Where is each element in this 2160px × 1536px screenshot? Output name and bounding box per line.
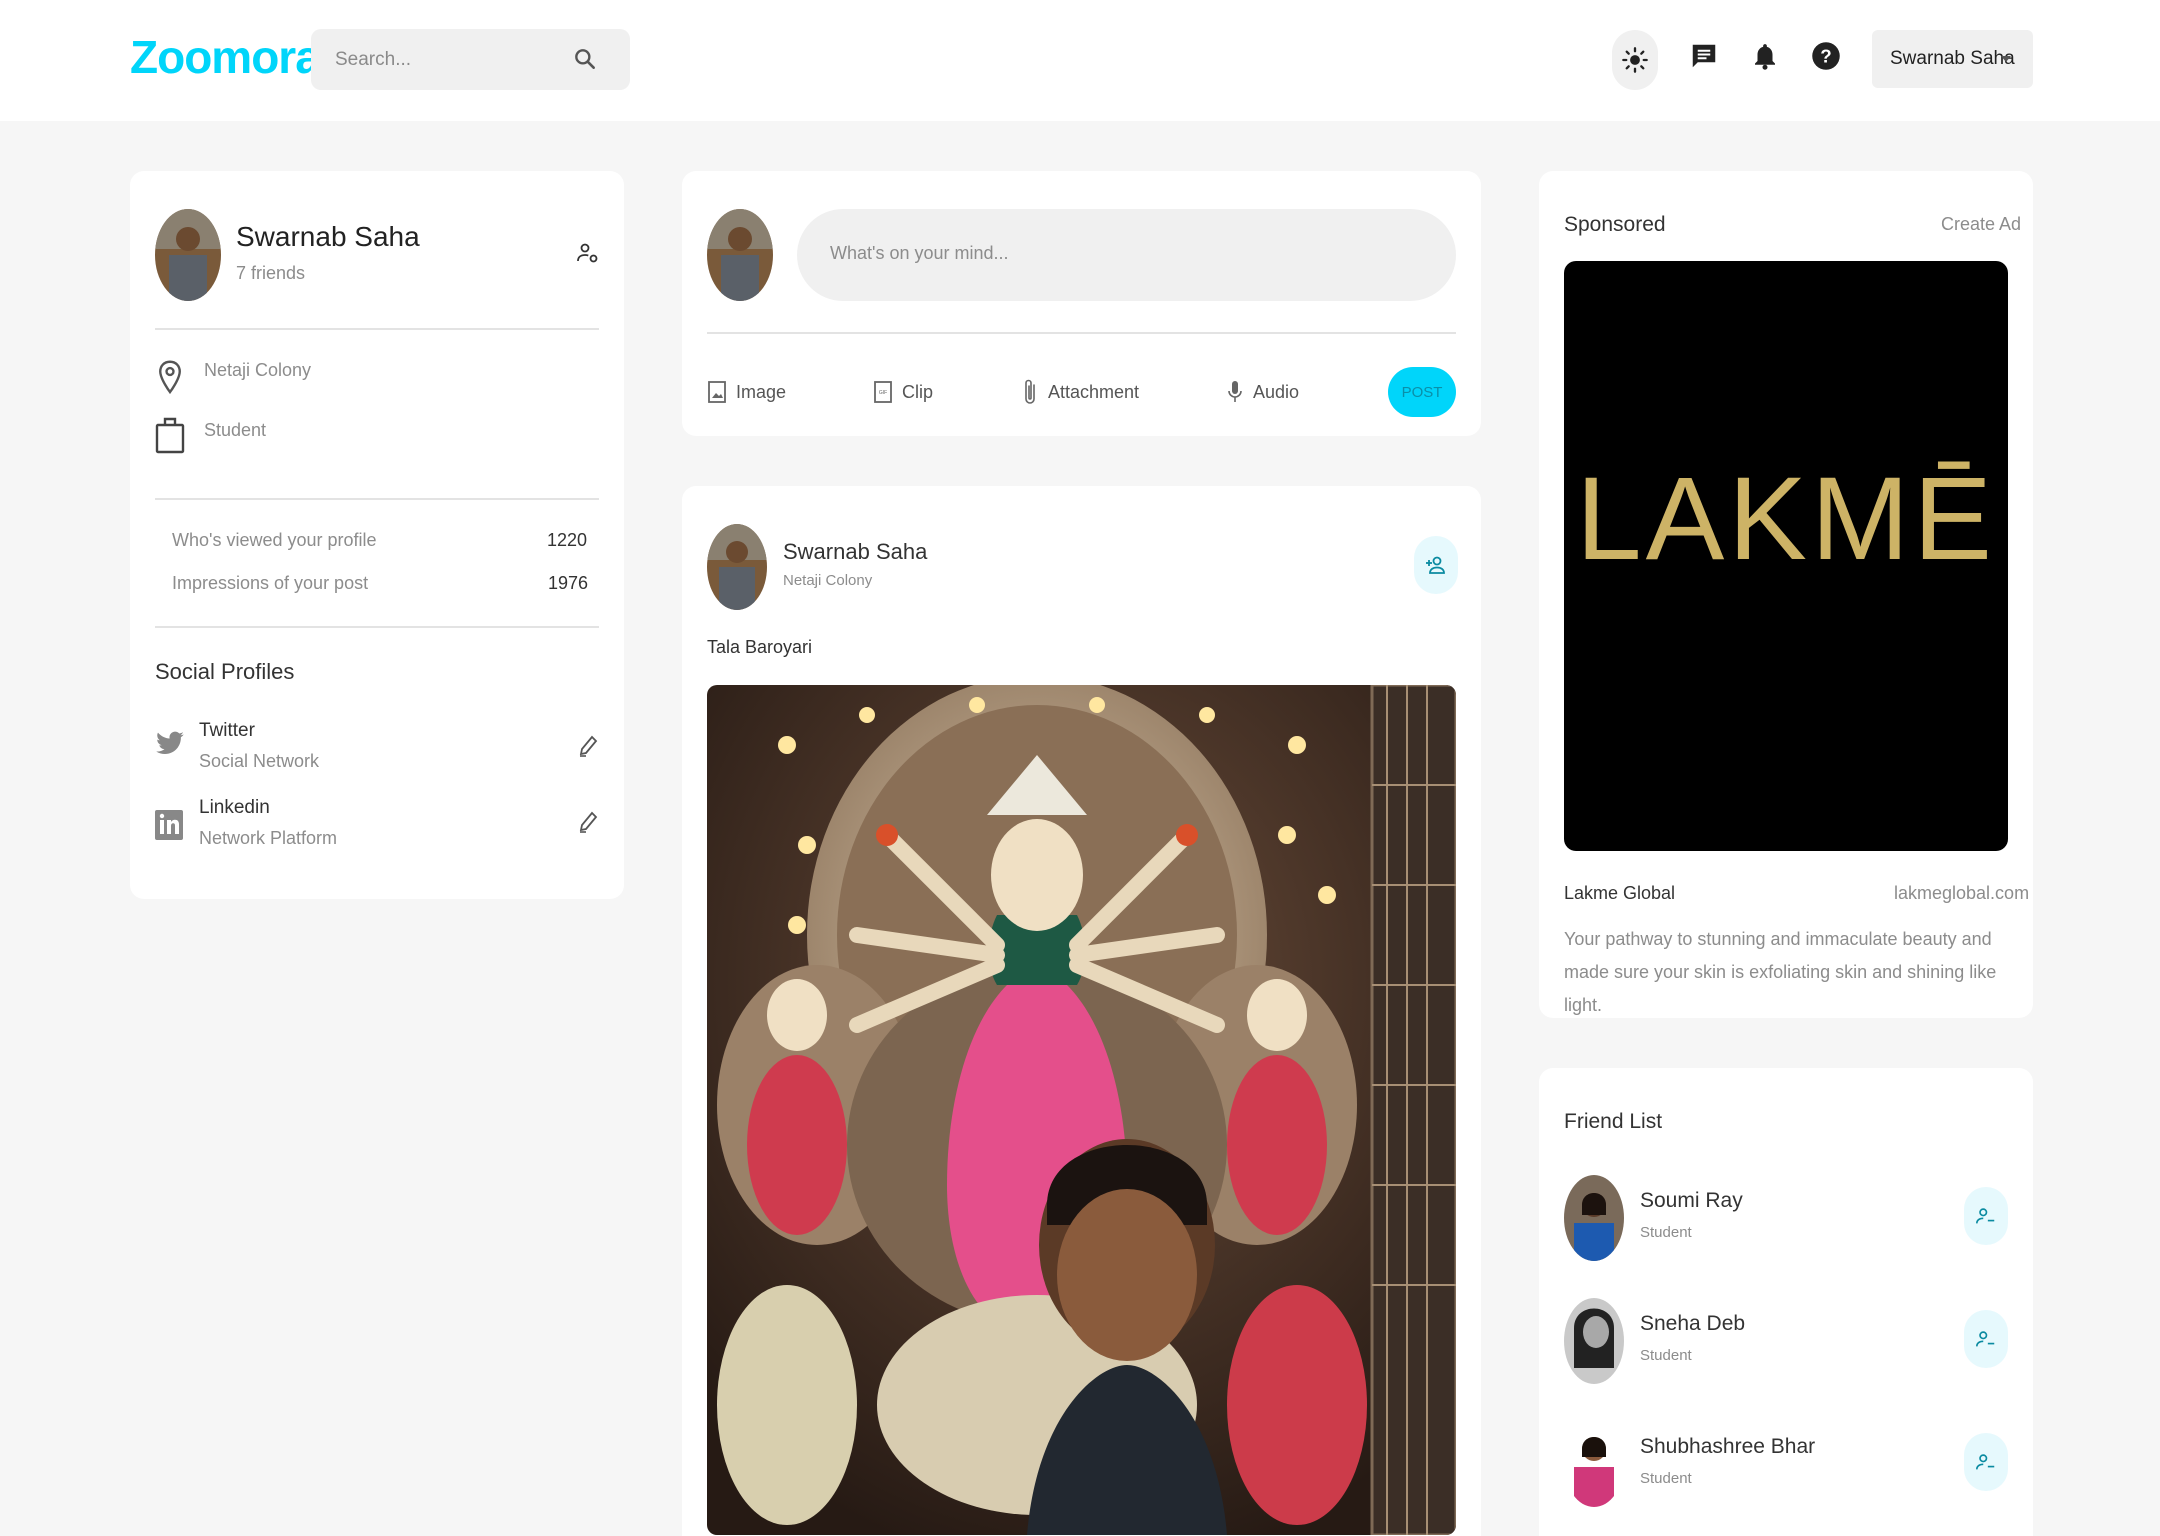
post-image[interactable] — [707, 685, 1456, 1535]
composer-action-label: Clip — [902, 381, 934, 402]
friend-name[interactable]: Soumi Ray — [1640, 1189, 1743, 1213]
friend-list-heading: Friend List — [1564, 1110, 1663, 1133]
composer-input[interactable]: What's on your mind... — [797, 209, 1456, 301]
add-friend-icon — [1426, 556, 1445, 574]
social-name[interactable]: Linkedin — [199, 797, 270, 819]
social-type: Social Network — [199, 751, 320, 771]
post-author-name[interactable]: Swarnab Saha — [783, 539, 927, 565]
composer-avatar — [707, 209, 773, 301]
composer-action-label: Image — [736, 381, 787, 402]
lakme-logo: LAKMĒ — [1575, 453, 1997, 585]
friend-avatar[interactable] — [1564, 1421, 1624, 1507]
notification-icon — [1755, 44, 1775, 70]
sponsored-card: Sponsored Create Ad LAKMĒ Lakme Global l… — [1539, 171, 2033, 1018]
composer-action-attachment[interactable]: Attachment — [1022, 378, 1139, 406]
create-ad-link[interactable]: Create Ad — [1941, 214, 2021, 235]
divider — [155, 328, 599, 330]
user-menu-name: Swarnab Saha — [1890, 48, 2015, 69]
profile-avatar[interactable] — [155, 209, 221, 301]
social-profiles-heading: Social Profiles — [155, 659, 295, 684]
edit-icon[interactable] — [578, 734, 598, 758]
search-input[interactable] — [335, 29, 565, 90]
divider — [155, 498, 599, 500]
composer-action-audio[interactable]: Audio — [1227, 379, 1299, 405]
work-icon — [155, 417, 185, 454]
friend-occupation: Student — [1640, 1347, 1692, 1364]
edit-icon[interactable] — [578, 810, 598, 834]
stat-value: 1976 — [548, 573, 589, 593]
svg-text:?: ? — [1820, 45, 1831, 66]
social-name[interactable]: Twitter — [199, 720, 255, 742]
stat-label: Impressions of your post — [172, 573, 369, 593]
microphone-icon — [1228, 381, 1242, 402]
remove-friend-button[interactable] — [1964, 1433, 2008, 1491]
remove-friend-icon — [1976, 1331, 1995, 1347]
image-icon — [708, 381, 726, 403]
durga-idol-photo — [707, 685, 1456, 1535]
friend-occupation: Student — [1640, 1224, 1692, 1241]
location-icon — [159, 360, 181, 395]
notification-button[interactable] — [1745, 36, 1785, 76]
message-button[interactable] — [1684, 36, 1724, 76]
composer-action-label: Audio — [1253, 381, 1300, 402]
location-text: Netaji Colony — [204, 360, 312, 380]
social-type: Network Platform — [199, 828, 338, 848]
profile-name[interactable]: Swarnab Saha — [236, 221, 420, 253]
person-photo — [155, 209, 221, 301]
theme-toggle-button[interactable] — [1612, 30, 1658, 90]
add-friend-button[interactable] — [1414, 536, 1458, 594]
manage-account-icon[interactable] — [576, 241, 600, 265]
friend-avatar[interactable] — [1564, 1175, 1624, 1261]
chevron-down-icon — [2001, 56, 2011, 62]
attachment-icon — [1025, 379, 1035, 404]
post-card: Swarnab Saha Netaji Colony Tala Baroyari — [682, 486, 1481, 1536]
stat-value: 1220 — [547, 530, 588, 550]
ad-brand-name: Lakme Global — [1564, 883, 1676, 903]
logo[interactable]: Zoomora — [130, 30, 321, 84]
friend-name[interactable]: Sneha Deb — [1640, 1312, 1745, 1336]
ad-url[interactable]: lakmeglobal.com — [1894, 883, 2029, 904]
ad-image[interactable]: LAKMĒ — [1564, 261, 2008, 851]
linkedin-icon — [155, 810, 183, 840]
gif-icon: GIF — [874, 381, 892, 403]
ad-description: Your pathway to stunning and immaculate … — [1564, 929, 1997, 1015]
profile-card: Swarnab Saha 7 friends Netaji Colony Stu… — [130, 171, 624, 899]
post-author-avatar[interactable] — [707, 524, 767, 610]
remove-friend-button[interactable] — [1964, 1187, 2008, 1245]
search-icon[interactable] — [572, 46, 598, 72]
post-button[interactable]: POST — [1388, 367, 1456, 417]
remove-friend-button[interactable] — [1964, 1310, 2008, 1368]
composer-action-label: Attachment — [1048, 381, 1140, 402]
twitter-icon — [156, 731, 184, 754]
composer-action-image[interactable]: Image — [708, 380, 786, 404]
search-box — [311, 29, 630, 90]
navbar: Zoomora ? Swarnab Saha — [0, 0, 2160, 121]
message-icon — [1692, 44, 1716, 68]
divider — [707, 332, 1456, 334]
post-caption: Tala Baroyari — [707, 637, 813, 657]
friend-avatar[interactable] — [1564, 1298, 1624, 1384]
post-location: Netaji Colony — [783, 572, 873, 589]
sponsored-heading: Sponsored — [1564, 213, 1666, 236]
composer-placeholder: What's on your mind... — [830, 243, 1009, 263]
help-icon: ? — [1812, 42, 1840, 70]
remove-friend-icon — [1976, 1454, 1995, 1470]
composer-action-clip[interactable]: GIF Clip — [874, 380, 933, 404]
user-menu-select[interactable]: Swarnab Saha — [1872, 30, 2033, 88]
friend-name[interactable]: Shubhashree Bhar — [1640, 1435, 1815, 1459]
divider — [155, 626, 599, 628]
friend-list-card: Friend List Soumi Ray Student Sneha Deb … — [1539, 1068, 2033, 1536]
remove-friend-icon — [1976, 1208, 1995, 1224]
friends-count: 7 friends — [236, 263, 306, 283]
help-button[interactable]: ? — [1806, 36, 1846, 76]
occupation-text: Student — [204, 420, 267, 440]
light-mode-icon — [1622, 47, 1648, 73]
svg-text:GIF: GIF — [879, 390, 887, 396]
stat-label: Who's viewed your profile — [172, 530, 377, 550]
friend-occupation: Student — [1640, 1470, 1692, 1487]
